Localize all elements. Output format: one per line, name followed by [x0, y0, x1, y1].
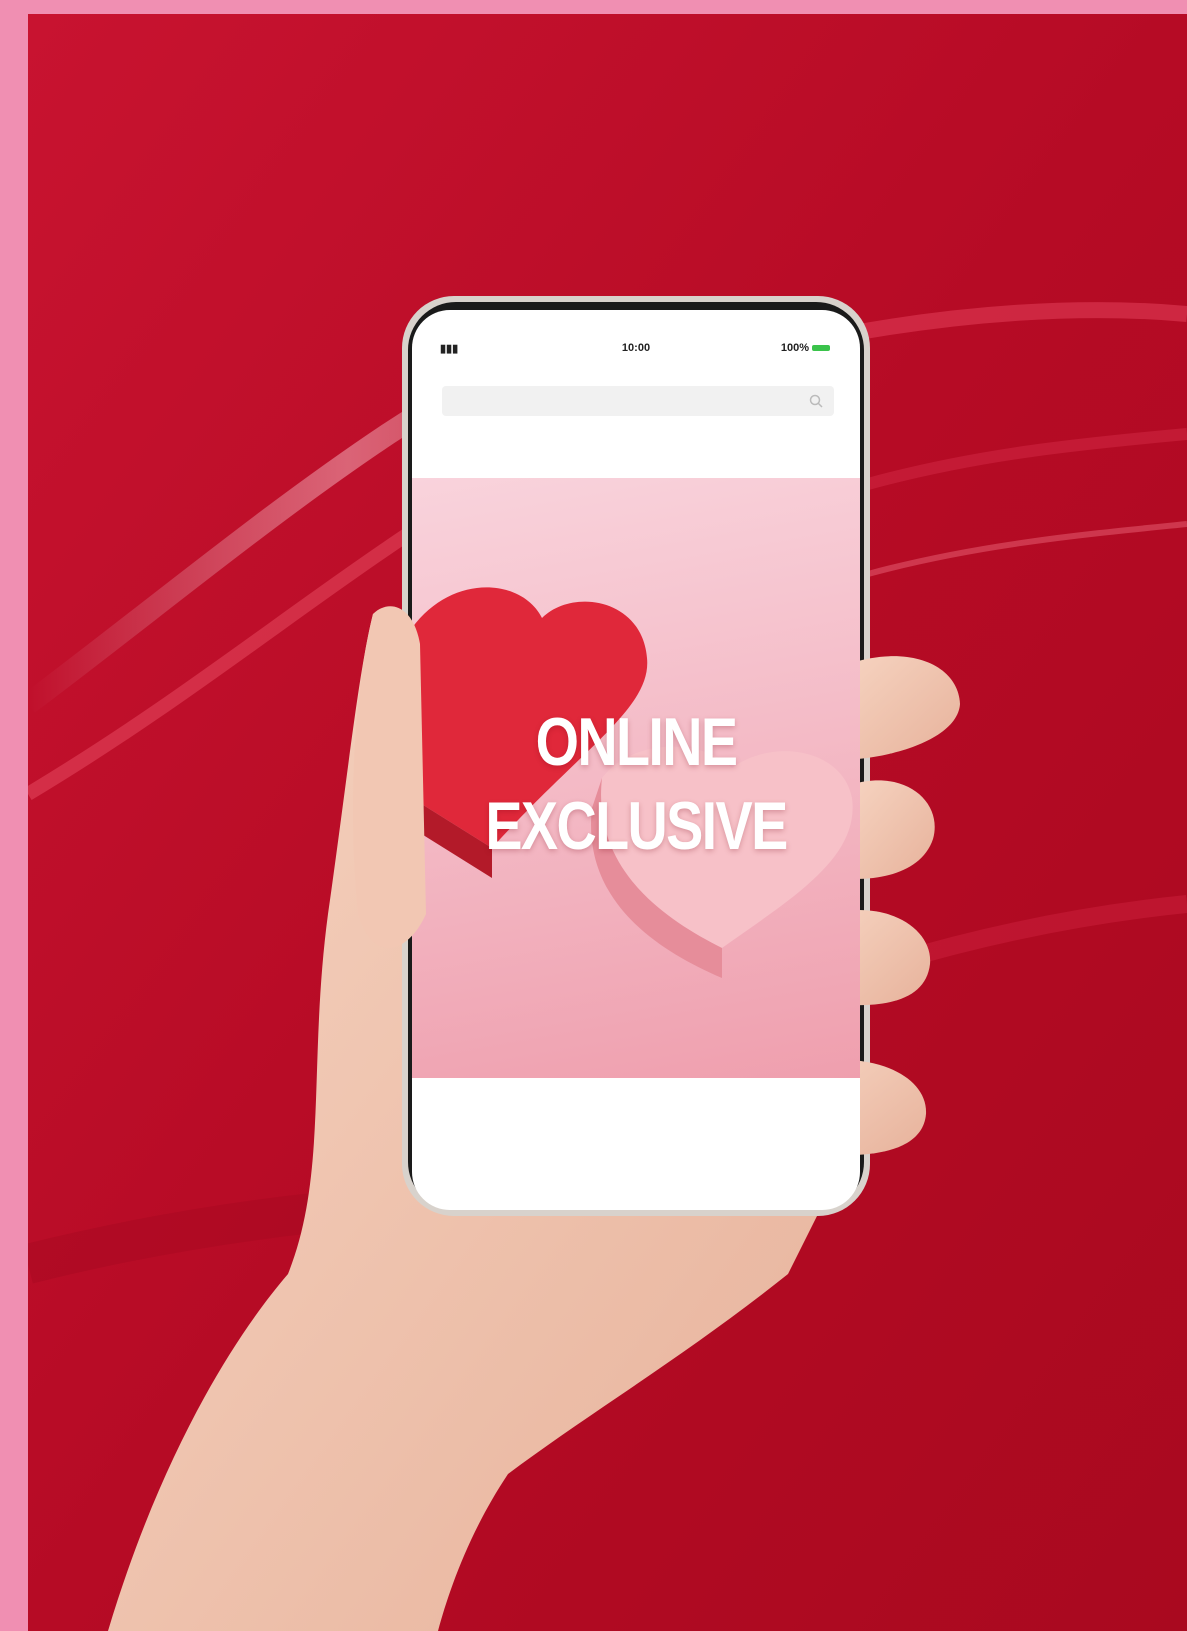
- hero-image: ▮▮▮ 10:00 100% ONLINE EXCLUSIVE: [28, 14, 1187, 1631]
- battery-label: 100%: [780, 342, 809, 354]
- phone-screen: ▮▮▮ 10:00 100% ONLINE EXCLUSIVE: [412, 310, 860, 1210]
- promo-banner[interactable]: ONLINE EXCLUSIVE: [412, 478, 860, 1078]
- battery-icon: [812, 345, 830, 352]
- headline-line-1: ONLINE: [535, 704, 738, 780]
- status-bar: ▮▮▮ 10:00 100%: [412, 340, 860, 360]
- search-input[interactable]: [442, 386, 834, 416]
- hand-holding-phone: ▮▮▮ 10:00 100% ONLINE EXCLUSIVE: [28, 14, 1187, 1631]
- promo-headline: ONLINE EXCLUSIVE: [452, 700, 819, 868]
- battery-indicator: 100%: [781, 342, 830, 354]
- search-icon[interactable]: [808, 393, 824, 409]
- headline-line-2: EXCLUSIVE: [485, 788, 788, 864]
